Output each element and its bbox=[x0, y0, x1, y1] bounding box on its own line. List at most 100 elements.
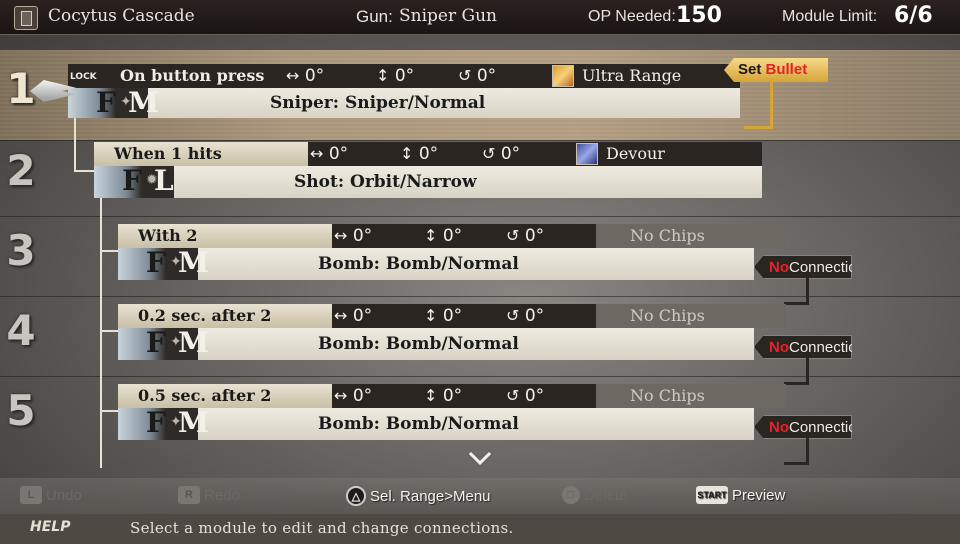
connector-line bbox=[74, 170, 96, 172]
chip-slot[interactable]: No Chips bbox=[596, 384, 786, 408]
l-button-icon: L bbox=[20, 486, 42, 504]
module-3[interactable]: With 2 ↔ 0° ↕ 0° ↺ 0° No Chips F ✦ M Bom… bbox=[118, 224, 786, 280]
tag-bracket bbox=[784, 358, 809, 385]
fire-type-letter: F bbox=[122, 164, 142, 197]
bullet-type-icon: F ✦ M bbox=[118, 326, 209, 360]
redo-control[interactable]: R Redo bbox=[178, 486, 240, 504]
bullet-description: Bomb: Bomb/Normal bbox=[318, 334, 519, 354]
slot-divider bbox=[0, 216, 960, 217]
vertical-angle[interactable]: ↕ 0° bbox=[376, 64, 414, 88]
horizontal-angle[interactable]: ↔ 0° bbox=[334, 384, 372, 408]
tag-suffix: Connection bbox=[789, 419, 865, 436]
tag-suffix: Connection bbox=[789, 339, 865, 356]
rotation-angle[interactable]: ↺ 0° bbox=[482, 142, 520, 166]
tag-bracket bbox=[784, 278, 809, 305]
delete-label: Delete bbox=[584, 486, 628, 504]
chip-slot[interactable]: No Chips bbox=[596, 224, 786, 248]
trigger-field[interactable]: LOCK On button press bbox=[68, 64, 282, 88]
tag-bracket bbox=[784, 438, 809, 465]
vertical-angle[interactable]: ↕ 0° bbox=[400, 142, 438, 166]
slot-divider bbox=[0, 376, 960, 377]
vertical-arrow-icon: ↕ bbox=[424, 306, 438, 325]
trigger-label: 0.5 sec. after 2 bbox=[138, 386, 272, 405]
header-bar: Cocytus Cascade Gun: Sniper Gun OP Neede… bbox=[0, 0, 960, 35]
tag-suffix: Connection bbox=[789, 259, 865, 276]
bullet-type-icon: F ✦ M bbox=[118, 406, 209, 440]
horizontal-arrow-icon: ↔ bbox=[334, 386, 348, 405]
slot-divider bbox=[0, 296, 960, 297]
bullet-recipe-icon bbox=[14, 6, 38, 30]
size-letter: M bbox=[178, 406, 209, 439]
bullet-type-icon: F ✦ M bbox=[118, 246, 209, 280]
rotation-icon: ↺ bbox=[506, 226, 520, 245]
help-title: HELP bbox=[30, 519, 71, 535]
redo-label: Redo bbox=[204, 486, 240, 504]
module-5[interactable]: 0.5 sec. after 2 ↔ 0° ↕ 0° ↺ 0° No Chips… bbox=[118, 384, 786, 440]
tag-prefix: No bbox=[769, 259, 789, 276]
no-connection-tag: NoConnection bbox=[754, 335, 852, 359]
trigger-field[interactable]: 0.5 sec. after 2 bbox=[118, 384, 332, 408]
module-4[interactable]: 0.2 sec. after 2 ↔ 0° ↕ 0° ↺ 0° No Chips… bbox=[118, 304, 786, 360]
vertical-angle[interactable]: ↕ 0° bbox=[424, 304, 462, 328]
vertical-arrow-icon: ↕ bbox=[424, 226, 438, 245]
horizontal-angle[interactable]: ↔ 0° bbox=[334, 304, 372, 328]
delete-control[interactable]: □ Delete bbox=[562, 486, 627, 504]
vertical-angle[interactable]: ↕ 0° bbox=[424, 224, 462, 248]
horizontal-angle[interactable]: ↔ 0° bbox=[286, 64, 324, 88]
tag-bracket bbox=[744, 82, 773, 129]
slot-divider bbox=[0, 140, 960, 141]
rotation-angle[interactable]: ↺ 0° bbox=[458, 64, 496, 88]
trigger-field[interactable]: 0.2 sec. after 2 bbox=[118, 304, 332, 328]
module-header: When 1 hits ↔ 0° ↕ 0° ↺ 0° Devour bbox=[94, 142, 762, 166]
bullet-description: Bomb: Bomb/Normal bbox=[318, 254, 519, 274]
preview-control[interactable]: START Preview bbox=[696, 486, 785, 504]
rotation-angle[interactable]: ↺ 0° bbox=[506, 304, 544, 328]
set-bullet-tag: Set Bullet bbox=[724, 58, 828, 82]
chip-slot[interactable]: Ultra Range bbox=[548, 64, 738, 88]
connector-line bbox=[100, 410, 120, 412]
connector-line bbox=[74, 118, 76, 172]
module-body[interactable]: F ✹ L Shot: Orbit/Narrow bbox=[94, 164, 762, 198]
module-header: 0.5 sec. after 2 ↔ 0° ↕ 0° ↺ 0° No Chips bbox=[118, 384, 786, 408]
rotation-angle[interactable]: ↺ 0° bbox=[506, 384, 544, 408]
rotation-angle[interactable]: ↺ 0° bbox=[506, 224, 544, 248]
chip-name: Devour bbox=[606, 144, 665, 163]
module-body[interactable]: F ✦ M Bomb: Bomb/Normal bbox=[118, 246, 754, 280]
vertical-angle-value: 0° bbox=[442, 226, 463, 246]
lock-label: LOCK bbox=[70, 72, 97, 82]
horizontal-angle-value: 0° bbox=[352, 386, 373, 406]
chip-name: No Chips bbox=[630, 306, 705, 325]
rotation-icon: ↺ bbox=[458, 66, 472, 85]
module-body[interactable]: F ✦ M Bomb: Bomb/Normal bbox=[118, 406, 754, 440]
ultra-range-chip-icon bbox=[552, 65, 574, 87]
trigger-label: 0.2 sec. after 2 bbox=[138, 306, 272, 325]
chip-name: No Chips bbox=[630, 226, 705, 245]
horizontal-angle-value: 0° bbox=[328, 144, 349, 164]
rotation-angle-value: 0° bbox=[524, 226, 545, 246]
chip-name: No Chips bbox=[630, 386, 705, 405]
module-2[interactable]: When 1 hits ↔ 0° ↕ 0° ↺ 0° Devour F ✹ L … bbox=[94, 142, 762, 198]
rotation-angle-value: 0° bbox=[524, 306, 545, 326]
trigger-field[interactable]: With 2 bbox=[118, 224, 332, 248]
horizontal-angle[interactable]: ↔ 0° bbox=[310, 142, 348, 166]
undo-control[interactable]: L Undo bbox=[20, 486, 82, 504]
module-1[interactable]: LOCK On button press ↔ 0° ↕ 0° ↺ 0° Ultr… bbox=[68, 64, 740, 119]
trigger-field[interactable]: When 1 hits bbox=[94, 142, 308, 166]
menu-control[interactable]: △ Sel. Range>Menu bbox=[346, 486, 491, 506]
op-needed-label: OP Needed: bbox=[588, 8, 676, 25]
r-button-icon: R bbox=[178, 486, 200, 504]
size-letter: M bbox=[178, 326, 209, 359]
chip-slot[interactable]: Devour bbox=[572, 142, 762, 166]
tag-prefix: No bbox=[769, 419, 789, 436]
vertical-angle[interactable]: ↕ 0° bbox=[424, 384, 462, 408]
chevron-down-icon[interactable] bbox=[468, 450, 492, 466]
module-body[interactable]: F ✦ M Bomb: Bomb/Normal bbox=[118, 326, 754, 360]
connector-line bbox=[100, 198, 102, 468]
horizontal-angle[interactable]: ↔ 0° bbox=[334, 224, 372, 248]
slot-number-4: 4 bbox=[6, 306, 36, 355]
chip-slot[interactable]: No Chips bbox=[596, 304, 786, 328]
no-connection-tag: NoConnection bbox=[754, 415, 852, 439]
rotation-angle-value: 0° bbox=[476, 66, 497, 86]
vertical-arrow-icon: ↕ bbox=[376, 66, 390, 85]
module-body[interactable]: F ✦ M Sniper: Sniper/Normal bbox=[68, 86, 740, 119]
